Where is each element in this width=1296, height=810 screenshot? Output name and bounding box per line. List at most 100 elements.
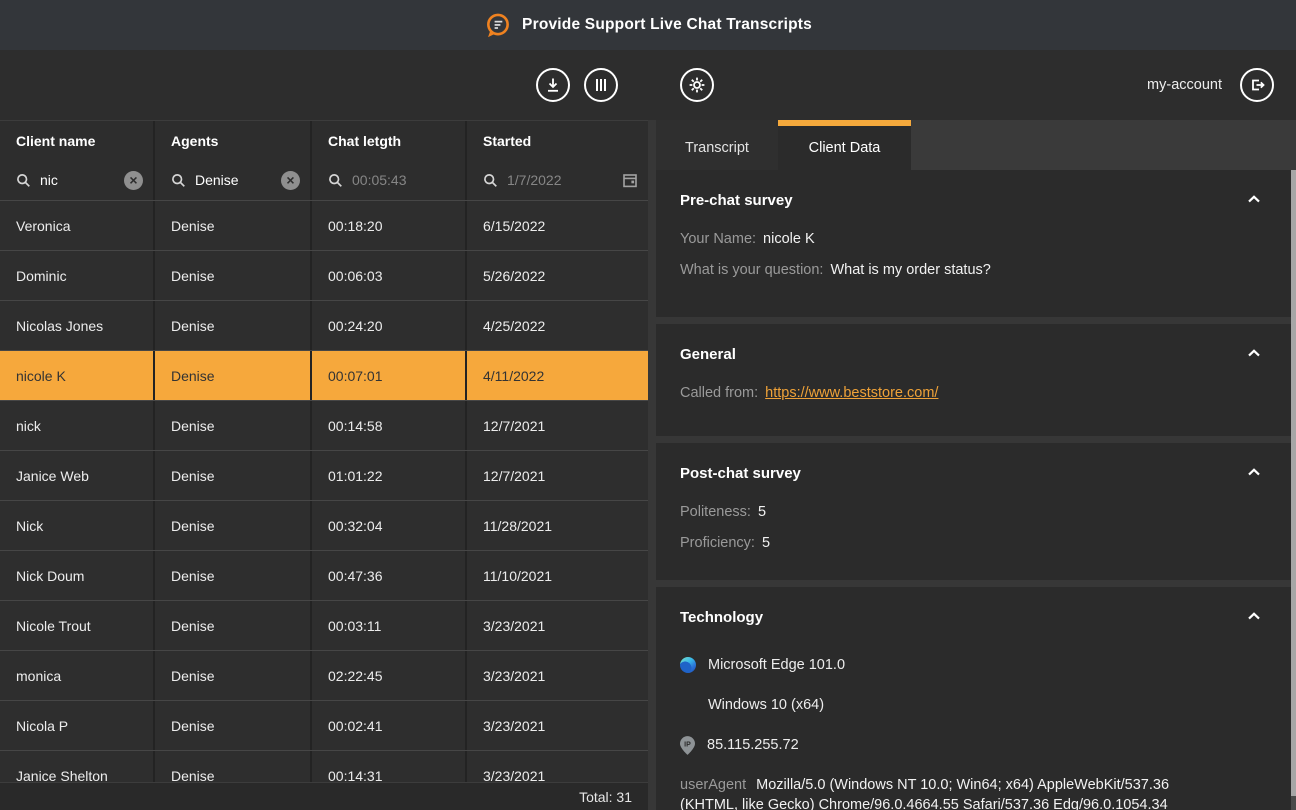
column-header-agents[interactable]: Agents [155, 121, 312, 160]
gear-icon [687, 75, 707, 95]
table-row[interactable]: Janice Web Denise 01:01:22 12/7/2021 [0, 450, 648, 500]
user-agent: userAgentMozilla/5.0 (Windows NT 10.0; W… [680, 775, 1220, 810]
scrollbar-track [1291, 796, 1296, 810]
field-label: What is your question: [680, 262, 823, 278]
main-content: Client name Agents Chat letgth Started × [0, 50, 1296, 810]
columns-button[interactable] [584, 68, 618, 102]
tech-item-text: Windows 10 (x64) [708, 697, 824, 713]
cell-started: 4/11/2022 [467, 351, 648, 400]
field-what-is-your-question: What is your question:What is my order s… [680, 259, 1271, 281]
logout-button[interactable] [1240, 68, 1274, 102]
table-footer: Total: 31 [0, 782, 648, 810]
table-row[interactable]: Nick Doum Denise 00:47:36 11/10/2021 [0, 550, 648, 600]
cell-started: 6/15/2022 [467, 201, 648, 250]
tech-item: Windows 10 (x64) [680, 685, 1271, 725]
section-header: Pre-chat survey [680, 192, 1271, 209]
user-agent-value: Mozilla/5.0 (Windows NT 10.0; Win64; x64… [680, 777, 1169, 810]
search-icon [171, 173, 186, 188]
section-technology: Technology Microsoft Edge 101.0 Windows 10… [656, 587, 1291, 810]
section-header: Technology [680, 609, 1271, 626]
cell-chat-length: 00:18:20 [312, 201, 467, 250]
cell-started: 11/28/2021 [467, 501, 648, 550]
cell-agent: Denise [155, 651, 312, 700]
cell-agent: Denise [155, 551, 312, 600]
app-title: Provide Support Live Chat Transcripts [522, 16, 812, 34]
search-icon [328, 173, 343, 188]
details-tabs: Transcript Client Data [656, 120, 1296, 170]
download-button[interactable] [536, 68, 570, 102]
user-agent-label: userAgent [680, 777, 746, 793]
client-name-filter-input[interactable] [40, 172, 115, 188]
filter-cell-agents: × [155, 160, 312, 200]
cell-client-name: nicole K [0, 351, 155, 400]
cell-chat-length: 00:14:58 [312, 401, 467, 450]
clear-filter-icon[interactable]: × [124, 171, 143, 190]
tech-item-text: Microsoft Edge 101.0 [708, 657, 845, 673]
table-row[interactable]: Nicole Trout Denise 00:03:11 3/23/2021 [0, 600, 648, 650]
started-date-filter-input[interactable] [507, 172, 613, 188]
collapse-section-button[interactable] [1247, 346, 1271, 357]
cell-chat-length: 00:06:03 [312, 251, 467, 300]
transcripts-toolbar [0, 50, 648, 120]
tab-transcript[interactable]: Transcript [656, 120, 778, 170]
cell-started: 3/23/2021 [467, 651, 648, 700]
section-pre-chat-survey: Pre-chat survey Your Name: nicole K What is… [656, 170, 1291, 317]
tab-client-data[interactable]: Client Data [778, 120, 911, 170]
table-row[interactable]: Veronica Denise 00:18:20 6/15/2022 [0, 200, 648, 250]
search-icon [483, 173, 498, 188]
field-label: Proficiency: [680, 535, 755, 551]
cell-client-name: Nick [0, 501, 155, 550]
field-value-link[interactable]: https://www.beststore.com/ [765, 385, 938, 401]
cell-agent: Denise [155, 751, 312, 782]
agents-filter-input[interactable] [195, 172, 272, 188]
table-row[interactable]: nick Denise 00:14:58 12/7/2021 [0, 400, 648, 450]
table-row[interactable]: monica Denise 02:22:45 3/23/2021 [0, 650, 648, 700]
cell-chat-length: 00:07:01 [312, 351, 467, 400]
field-value: 5 [762, 535, 770, 551]
cell-client-name: Veronica [0, 201, 155, 250]
field-value: nicole K [763, 231, 815, 247]
cell-agent: Denise [155, 251, 312, 300]
table-row[interactable]: Janice Shelton Denise 00:14:31 3/23/2021 [0, 750, 648, 782]
cell-client-name: Nicolas Jones [0, 301, 155, 350]
search-icon [16, 173, 31, 188]
field-label: Your Name: [680, 231, 756, 247]
calendar-icon[interactable] [622, 172, 638, 188]
filter-cell-chat-length [312, 160, 467, 200]
cell-agent: Denise [155, 401, 312, 450]
table-row[interactable]: Nick Denise 00:32:04 11/28/2021 [0, 500, 648, 550]
cell-client-name: Nicola P [0, 701, 155, 750]
column-header-started[interactable]: Started [467, 121, 648, 160]
collapse-section-button[interactable] [1247, 465, 1271, 476]
collapse-section-button[interactable] [1247, 609, 1271, 620]
cell-chat-length: 02:22:45 [312, 651, 467, 700]
cell-started: 11/10/2021 [467, 551, 648, 600]
provide-support-logo-icon [484, 12, 511, 39]
scrollbar-thumb[interactable] [1291, 170, 1296, 796]
cell-chat-length: 00:03:11 [312, 601, 467, 650]
section-post-chat-survey: Post-chat surveyPoliteness:5Proficiency:… [656, 443, 1291, 580]
app-header: Provide Support Live Chat Transcripts [0, 0, 1296, 50]
cell-chat-length: 01:01:22 [312, 451, 467, 500]
cell-client-name: Janice Web [0, 451, 155, 500]
column-header-client-name[interactable]: Client name [0, 121, 155, 160]
cell-started: 12/7/2021 [467, 451, 648, 500]
field-value: 5 [758, 504, 766, 520]
clear-filter-icon[interactable]: × [281, 171, 300, 190]
table-row[interactable]: Dominic Denise 00:06:03 5/26/2022 [0, 250, 648, 300]
chat-length-filter-input[interactable] [352, 172, 455, 188]
table-row[interactable]: Nicolas Jones Denise 00:24:20 4/25/2022 [0, 300, 648, 350]
collapse-section-button[interactable] [1247, 192, 1271, 203]
cell-chat-length: 00:32:04 [312, 501, 467, 550]
transcripts-panel: Client name Agents Chat letgth Started × [0, 50, 648, 810]
settings-button[interactable] [680, 68, 714, 102]
table-row[interactable]: nicole K Denise 00:07:01 4/11/2022 [0, 350, 648, 400]
filter-cell-started [467, 160, 648, 200]
table-row[interactable]: Nicola P Denise 00:02:41 3/23/2021 [0, 700, 648, 750]
details-panel: my-account Transcript Client Data Pre-ch… [648, 50, 1296, 810]
cell-agent: Denise [155, 351, 312, 400]
section-title: Post-chat survey [680, 465, 801, 482]
column-header-chat-length[interactable]: Chat letgth [312, 121, 467, 160]
cell-started: 12/7/2021 [467, 401, 648, 450]
section-header: Post-chat survey [680, 465, 1271, 482]
